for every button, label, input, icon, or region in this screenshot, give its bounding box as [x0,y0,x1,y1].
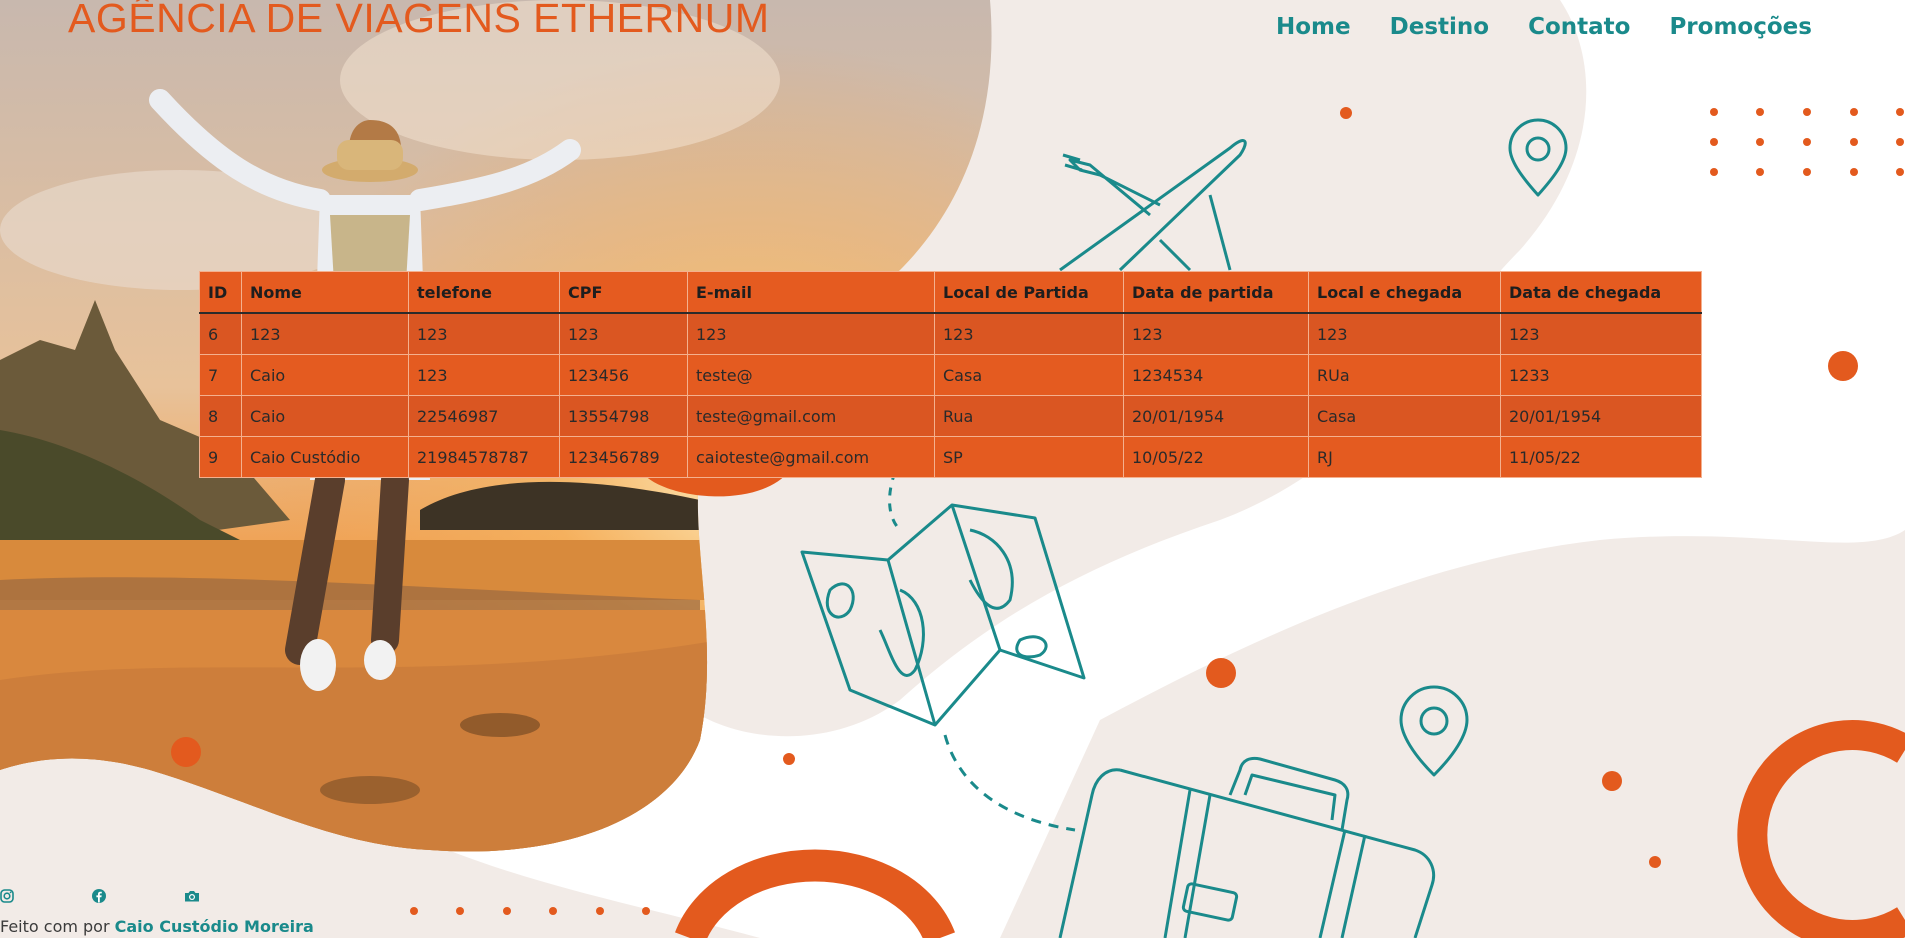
col-header-email: E-mail [687,271,935,314]
cell-telefone: 21984578787 [408,436,560,478]
cell-data-partida: 1234534 [1123,354,1309,396]
cell-data-partida: 123 [1123,312,1309,355]
cell-id: 7 [199,354,242,396]
cell-local-partida: 123 [934,312,1124,355]
cell-cpf: 13554798 [559,395,688,437]
facebook-icon[interactable] [92,888,106,903]
cell-email: teste@gmail.com [687,395,935,437]
cell-local-chegada: RUa [1308,354,1501,396]
nav-promocoes-link[interactable]: Promoções [1669,14,1812,40]
cell-data-chegada: 123 [1500,312,1702,355]
cell-data-partida: 20/01/1954 [1123,395,1309,437]
cell-nome: Caio [241,395,409,437]
cell-telefone: 123 [408,354,560,396]
cell-local-partida: Casa [934,354,1124,396]
cell-email: caioteste@gmail.com [687,436,935,478]
cell-nome: Caio [241,354,409,396]
cell-local-partida: SP [934,436,1124,478]
nav-home-link[interactable]: Home [1276,14,1351,40]
instagram-icon[interactable] [0,888,14,903]
site-brand-title: AGÊNCIA DE VIAGENS ETHERNUM [68,0,770,41]
col-header-local-chegada: Local e chegada [1308,271,1501,314]
camera-icon[interactable] [184,888,199,902]
cell-data-chegada: 11/05/22 [1500,436,1702,478]
col-header-nome: Nome [241,271,409,314]
footer-author-link[interactable]: Caio Custódio Moreira [115,917,314,936]
cell-email: teste@ [687,354,935,396]
footer-prefix: Feito com por [0,917,110,936]
table-row: 9 Caio Custódio 21984578787 123456789 ca… [199,436,1702,478]
cell-local-chegada: RJ [1308,436,1501,478]
cell-local-chegada: 123 [1308,312,1501,355]
table-row: 6 123 123 123 123 123 123 123 123 [199,312,1702,355]
cell-telefone: 123 [408,312,560,355]
table-header-row: ID Nome telefone CPF E-mail Local de Par… [199,271,1702,314]
bookings-table: ID Nome telefone CPF E-mail Local de Par… [199,271,1702,478]
nav-contato-link[interactable]: Contato [1528,14,1630,40]
cell-local-partida: Rua [934,395,1124,437]
cell-email: 123 [687,312,935,355]
col-header-data-chegada: Data de chegada [1500,271,1702,314]
cell-id: 6 [199,312,242,355]
main-navigation: Home Destino Contato Promoções [1276,14,1812,40]
cell-nome: 123 [241,312,409,355]
cell-cpf: 123 [559,312,688,355]
col-header-data-partida: Data de partida [1123,271,1309,314]
col-header-local-partida: Local de Partida [934,271,1124,314]
footer-credit: Feito com por Caio Custódio Moreira [0,917,314,936]
cell-data-chegada: 1233 [1500,354,1702,396]
cell-local-chegada: Casa [1308,395,1501,437]
cell-cpf: 123456 [559,354,688,396]
cell-telefone: 22546987 [408,395,560,437]
cell-id: 9 [199,436,242,478]
col-header-id: ID [199,271,242,314]
cell-id: 8 [199,395,242,437]
nav-destino-link[interactable]: Destino [1390,14,1489,40]
cell-data-chegada: 20/01/1954 [1500,395,1702,437]
table-row: 8 Caio 22546987 13554798 teste@gmail.com… [199,395,1702,437]
table-row: 7 Caio 123 123456 teste@ Casa 1234534 RU… [199,354,1702,396]
bookings-table-container: ID Nome telefone CPF E-mail Local de Par… [199,271,1702,478]
cell-data-partida: 10/05/22 [1123,436,1309,478]
cell-nome: Caio Custódio [241,436,409,478]
col-header-cpf: CPF [559,271,688,314]
col-header-telefone: telefone [408,271,560,314]
cell-cpf: 123456789 [559,436,688,478]
